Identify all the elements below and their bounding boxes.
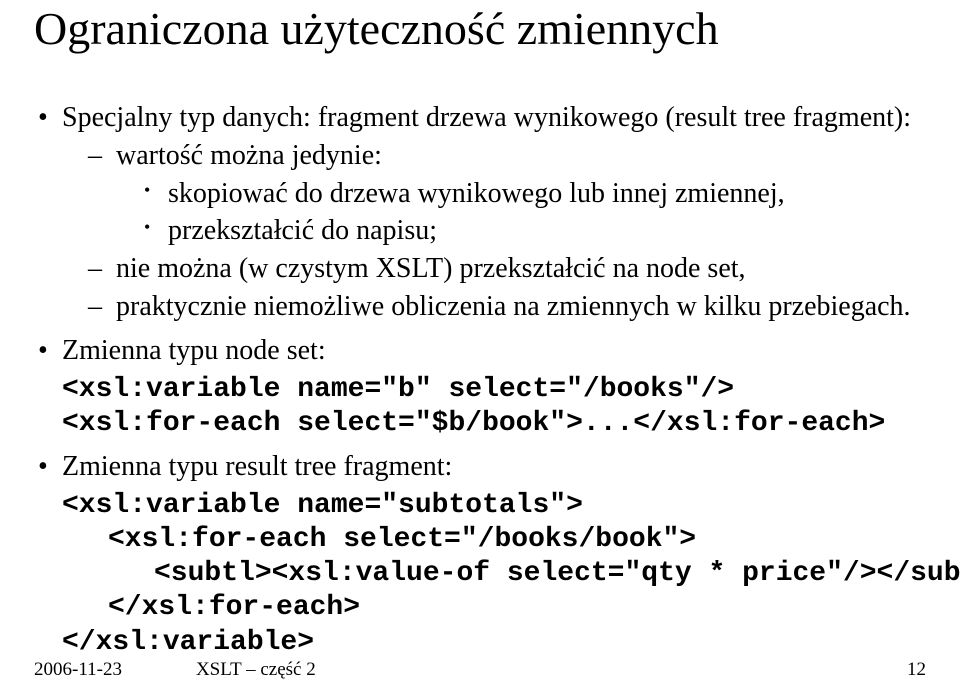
dot-item-1: skopiować do drzewa wynikowego lub innej… [144, 176, 926, 212]
slide-title: Ograniczona użyteczność zmiennych [34, 0, 926, 100]
code-line: <xsl:variable name="subtotals"> [62, 489, 926, 523]
code-line: </xsl:variable> [62, 626, 926, 660]
footer-page-number: 12 [907, 659, 926, 681]
code-line: <xsl:for-each select="/books/book"> [62, 523, 926, 557]
dot-list-1: skopiować do drzewa wynikowego lub innej… [116, 176, 926, 250]
bullet-1-text: Specjalny typ danych: fragment drzewa wy… [62, 102, 911, 133]
dash-1-text: wartość można jedynie: [116, 140, 382, 171]
bullet-item-1: Specjalny typ danych: fragment drzewa wy… [34, 100, 926, 325]
footer-title: XSLT – część 2 [196, 659, 907, 681]
bullet-2-text: Zmienna typu node set: [62, 335, 326, 366]
footer-date: 2006-11-23 [34, 659, 122, 681]
code-line: <xsl:for-each select="$b/book">...</xsl:… [62, 407, 926, 441]
bullet-3-text: Zmienna typu result tree fragment: [62, 451, 452, 482]
dash-list-1: wartość można jedynie: skopiować do drze… [62, 138, 926, 325]
slide-footer: 2006-11-23 XSLT – część 2 12 [34, 659, 926, 681]
bullet-item-2: Zmienna typu node set: <xsl:variable nam… [34, 333, 926, 441]
code-block-2: <xsl:variable name="subtotals"> <xsl:for… [62, 489, 926, 660]
bullet-list: Specjalny typ danych: fragment drzewa wy… [34, 100, 926, 660]
code-block-1: <xsl:variable name="b" select="/books"/>… [62, 373, 926, 441]
code-line: <xsl:variable name="b" select="/books"/> [62, 373, 926, 407]
dash-item-2: nie można (w czystym XSLT) przekształcić… [88, 251, 926, 287]
bullet-item-3: Zmienna typu result tree fragment: <xsl:… [34, 449, 926, 660]
slide-page: Ograniczona użyteczność zmiennych Specja… [0, 0, 960, 693]
code-line: </xsl:for-each> [62, 591, 926, 625]
dash-item-1: wartość można jedynie: skopiować do drze… [88, 138, 926, 249]
slide-content: Specjalny typ danych: fragment drzewa wy… [34, 100, 926, 660]
dot-item-2: przekształcić do napisu; [144, 213, 926, 249]
dash-item-3: praktycznie niemożliwe obliczenia na zmi… [88, 289, 926, 325]
code-line: <subtl><xsl:value-of select="qty * price… [62, 557, 926, 591]
